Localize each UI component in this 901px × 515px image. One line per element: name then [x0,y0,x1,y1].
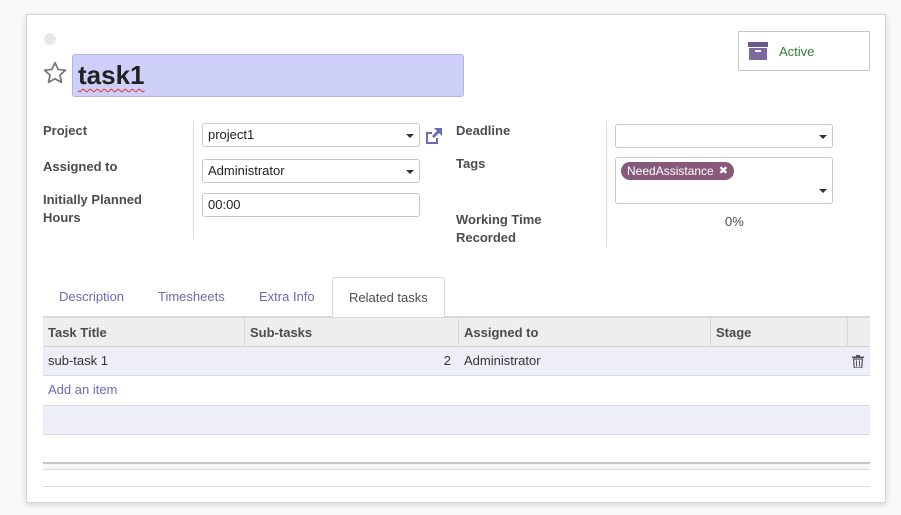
assigned-to-label: Assigned to [43,159,118,174]
deadline-label: Deadline [456,123,511,138]
tab-extra-info[interactable]: Extra Info [243,277,331,317]
deadline-input[interactable] [615,124,833,148]
cell-task-title: sub-task 1 [48,353,108,368]
notebook-tabs: Description Timesheets Extra Info Relate… [43,277,870,318]
tab-timesheets[interactable]: Timesheets [142,277,241,317]
working-time-label-line2: Recorded [456,230,516,245]
chevron-down-icon[interactable] [819,189,827,193]
trash-icon[interactable] [852,355,864,368]
working-time-label: Working Time Recorded [456,211,541,247]
cell-subtasks: 2 [443,353,451,368]
cell-assigned-to: Administrator [464,353,541,368]
column-header-task-title[interactable]: Task Title [43,318,245,347]
chevron-down-icon [819,135,827,139]
project-label: Project [43,123,88,138]
external-link-icon[interactable] [423,127,443,145]
chevron-down-icon [406,134,414,138]
tag-badge: NeedAssistance ✖ [621,162,734,180]
chevron-down-icon [406,170,414,174]
tag-label: NeedAssistance [627,164,714,178]
tag-remove-icon[interactable]: ✖ [719,162,728,180]
planned-hours-label-line2: Hours [43,210,81,225]
right-column-divider [606,121,607,247]
active-toggle-button[interactable]: Active [738,31,870,71]
add-item-link[interactable]: Add an item [48,376,117,404]
related-tasks-table: Task Title Sub-tasks Assigned to Stage s… [43,317,870,435]
tags-label: Tags [456,156,486,171]
planned-hours-label-line1: Initially Planned [43,192,142,207]
planned-hours-label: Initially Planned Hours [43,191,142,227]
tab-related-tasks[interactable]: Related tasks [332,277,445,318]
section-divider [43,486,870,487]
star-icon[interactable] [42,60,68,86]
archive-icon [748,42,768,60]
table-header: Task Title Sub-tasks Assigned to Stage [43,317,870,347]
project-value: project1 [208,127,255,142]
working-time-label-line1: Working Time [456,212,542,227]
tab-description[interactable]: Description [43,277,140,317]
column-header-assigned-to[interactable]: Assigned to [459,318,711,347]
task-form-sheet: task1 Active Project Assigned to Initial… [26,14,886,503]
project-select[interactable]: project1 [202,123,420,147]
column-header-subtasks[interactable]: Sub-tasks [245,318,459,347]
cell-stage [711,347,848,376]
planned-hours-value: 00:00 [208,197,241,212]
assigned-to-select[interactable]: Administrator [202,159,420,183]
left-column-divider [193,121,194,239]
working-time-value: 0% [725,214,744,229]
active-button-label: Active [779,43,815,59]
tags-field[interactable]: NeedAssistance ✖ [615,157,833,204]
task-title-input[interactable]: task1 [72,54,464,97]
task-title-text: task1 [78,60,145,90]
assigned-to-value: Administrator [208,163,285,178]
section-separator [43,462,870,470]
kanban-state-indicator[interactable] [44,33,56,45]
empty-table-row [43,405,870,435]
table-row[interactable]: sub-task 1 2 Administrator [43,347,870,376]
planned-hours-input[interactable]: 00:00 [202,193,420,217]
add-item-row: Add an item [43,376,870,405]
column-header-stage[interactable]: Stage [711,318,848,347]
